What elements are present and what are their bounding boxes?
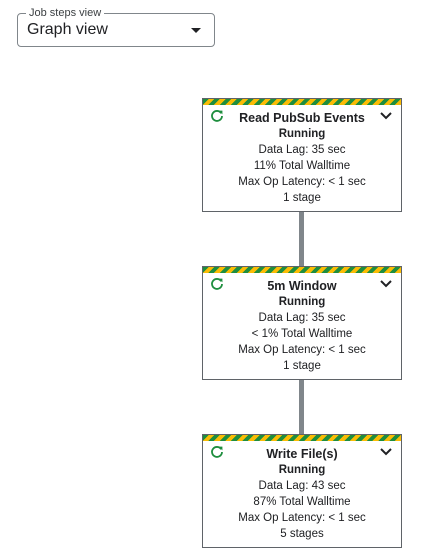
running-stripe [203, 99, 401, 105]
step-walltime: 87% Total Walltime [253, 496, 351, 508]
graph-edge [299, 380, 304, 434]
step-node-5m-window[interactable]: 5m Window Running Data Lag: 35 sec < 1% … [202, 266, 402, 380]
chevron-down-icon[interactable] [379, 447, 393, 457]
step-node-write-files[interactable]: Write File(s) Running Data Lag: 43 sec 8… [202, 434, 402, 548]
step-title: Write File(s) [266, 447, 338, 461]
running-refresh-icon [211, 278, 223, 290]
step-node-read-pubsub-events[interactable]: Read PubSub Events Running Data Lag: 35 … [202, 98, 402, 212]
chevron-down-icon[interactable] [379, 279, 393, 289]
step-latency: Max Op Latency: < 1 sec [238, 344, 366, 356]
step-stages: 1 stage [283, 360, 321, 372]
step-walltime: < 1% Total Walltime [251, 328, 353, 340]
step-latency: Max Op Latency: < 1 sec [238, 176, 366, 188]
step-stages: 1 stage [283, 192, 321, 204]
step-stages: 5 stages [280, 528, 324, 540]
step-data-lag: Data Lag: 35 sec [258, 144, 346, 156]
step-status: Running [278, 464, 326, 476]
step-latency: Max Op Latency: < 1 sec [238, 512, 366, 524]
graph-edge [299, 212, 304, 266]
running-stripe [203, 435, 401, 441]
running-refresh-icon [211, 446, 223, 458]
step-status: Running [278, 296, 326, 308]
job-steps-view-label: Job steps view [26, 6, 105, 20]
job-steps-view-value: Graph view [27, 21, 108, 38]
step-data-lag: Data Lag: 35 sec [258, 312, 346, 324]
step-walltime: 11% Total Walltime [253, 160, 351, 172]
chevron-down-icon[interactable] [379, 111, 393, 121]
running-refresh-icon [211, 110, 223, 122]
job-steps-view-select[interactable]: Job steps view Graph view [17, 6, 215, 47]
step-title: Read PubSub Events [239, 111, 365, 125]
step-status: Running [278, 128, 326, 140]
dropdown-arrow-icon [191, 28, 201, 33]
step-data-lag: Data Lag: 43 sec [258, 480, 346, 492]
step-title: 5m Window [267, 279, 337, 293]
running-stripe [203, 267, 401, 273]
